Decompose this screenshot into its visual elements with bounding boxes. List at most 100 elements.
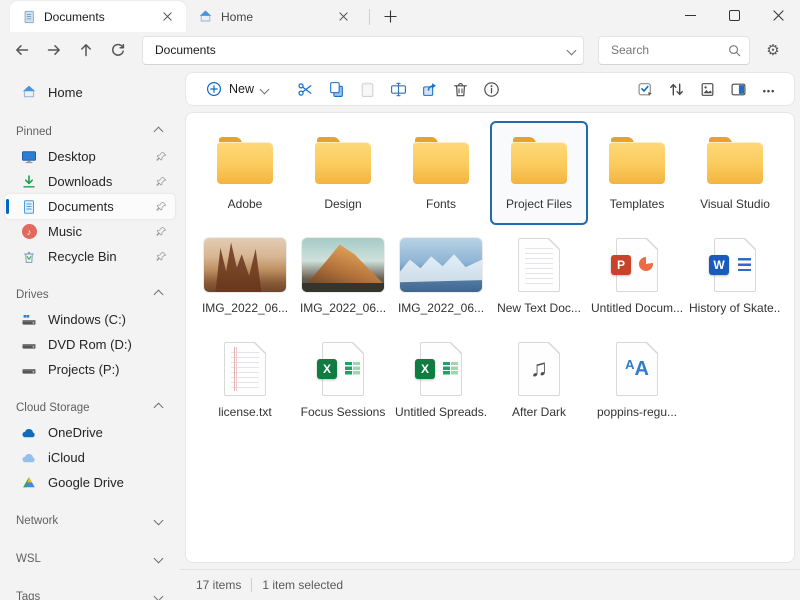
file-item[interactable]: Adobe: [196, 121, 294, 225]
file-item[interactable]: IMG_2022_06...: [392, 225, 490, 329]
file-item[interactable]: Design: [294, 121, 392, 225]
more-options-icon[interactable]: [756, 76, 782, 102]
cut-icon[interactable]: [292, 76, 318, 102]
font-file-icon: [616, 337, 658, 401]
folder-icon: [707, 129, 763, 193]
tab-bar: Documents Home: [0, 0, 800, 32]
sidebar-item-recycle-bin[interactable]: Recycle Bin: [5, 244, 175, 269]
close-button[interactable]: [756, 0, 800, 30]
sidebar-item-icloud[interactable]: iCloud: [5, 445, 175, 470]
chevron-down-icon[interactable]: [567, 45, 577, 55]
status-bar: 17 items 1 item selected: [180, 569, 800, 600]
plus-circle-icon: [206, 81, 222, 97]
sort-icon[interactable]: [663, 76, 689, 102]
home-icon: [21, 84, 37, 100]
pin-icon[interactable]: [156, 151, 167, 162]
sidebar-item-google-drive[interactable]: Google Drive: [5, 470, 175, 495]
sidebar-item-downloads[interactable]: Downloads: [5, 169, 175, 194]
copy-icon[interactable]: [323, 76, 349, 102]
onedrive-cloud-icon: [21, 425, 37, 441]
file-name: Design: [324, 197, 361, 211]
rename-icon[interactable]: [385, 76, 411, 102]
details-pane-icon[interactable]: [725, 76, 751, 102]
address-input[interactable]: [153, 42, 568, 58]
section-header-tags[interactable]: Tags: [0, 584, 180, 600]
pin-icon[interactable]: [156, 201, 167, 212]
section-header-network[interactable]: Network: [0, 508, 180, 533]
file-name: New Text Doc...: [497, 301, 581, 315]
properties-info-icon[interactable]: [478, 76, 504, 102]
files-panel: Adobe Design Fonts Project Files: [185, 112, 795, 563]
forward-icon[interactable]: [40, 36, 68, 64]
file-name: poppins-regu...: [597, 405, 677, 419]
search-input[interactable]: [609, 42, 728, 58]
file-name: Adobe: [228, 197, 263, 211]
file-item[interactable]: History of Skate...: [686, 225, 784, 329]
view-options-icon[interactable]: [694, 76, 720, 102]
section-header-pinned[interactable]: Pinned: [0, 119, 180, 144]
sidebar-item-projects-p[interactable]: Projects (P:): [5, 357, 175, 382]
file-item[interactable]: Visual Studio: [686, 121, 784, 225]
section-label: Cloud Storage: [16, 402, 155, 414]
share-icon[interactable]: [416, 76, 442, 102]
sidebar-item-label: Google Drive: [48, 475, 167, 490]
files-grid: Adobe Design Fonts Project Files: [196, 121, 784, 433]
sidebar-item-documents[interactable]: Documents: [5, 194, 175, 219]
section-header-drives[interactable]: Drives: [0, 282, 180, 307]
refresh-icon[interactable]: [104, 36, 132, 64]
minimize-button[interactable]: [668, 0, 712, 30]
section-header-wsl[interactable]: WSL: [0, 546, 180, 571]
file-name: Project Files: [506, 197, 572, 211]
excel-icon: [420, 337, 462, 401]
document-tab-icon: [22, 10, 36, 24]
multi-select-icon[interactable]: [632, 76, 658, 102]
sidebar-item-label: iCloud: [48, 450, 167, 465]
paste-icon[interactable]: [354, 76, 380, 102]
sidebar-item-label: OneDrive: [48, 425, 167, 440]
sidebar-item-windows-c[interactable]: Windows (C:): [5, 307, 175, 332]
sidebar-item-home[interactable]: Home: [5, 78, 175, 106]
file-item[interactable]: Untitled Spreads...: [392, 329, 490, 433]
desktop-icon: [21, 149, 37, 165]
file-item[interactable]: Untitled Docum...: [588, 225, 686, 329]
pin-icon[interactable]: [156, 226, 167, 237]
item-count: 17 items: [196, 578, 241, 592]
sidebar-item-onedrive[interactable]: OneDrive: [5, 420, 175, 445]
file-item[interactable]: license.txt: [196, 329, 294, 433]
sidebar-item-desktop[interactable]: Desktop: [5, 144, 175, 169]
chevron-up-icon: [154, 403, 164, 413]
settings-gear-icon[interactable]: [758, 36, 788, 64]
file-item[interactable]: Templates: [588, 121, 686, 225]
tab-close-icon[interactable]: [158, 8, 176, 26]
folder-icon: [511, 129, 567, 193]
tab-close-icon[interactable]: [334, 8, 352, 26]
file-item-selected[interactable]: Project Files: [490, 121, 588, 225]
section-header-cloud-storage[interactable]: Cloud Storage: [0, 395, 180, 420]
maximize-button[interactable]: [712, 0, 756, 30]
search-icon: [728, 44, 741, 57]
tab-home[interactable]: Home: [186, 1, 362, 32]
delete-icon[interactable]: [447, 76, 473, 102]
back-icon[interactable]: [8, 36, 36, 64]
drive-icon: [21, 337, 37, 353]
file-name: IMG_2022_06...: [202, 301, 288, 315]
file-item[interactable]: IMG_2022_06...: [196, 225, 294, 329]
pin-icon[interactable]: [156, 251, 167, 262]
file-item[interactable]: After Dark: [490, 329, 588, 433]
file-item[interactable]: poppins-regu...: [588, 329, 686, 433]
file-item[interactable]: Fonts: [392, 121, 490, 225]
search-box[interactable]: [598, 36, 750, 65]
pin-icon[interactable]: [156, 176, 167, 187]
file-item[interactable]: IMG_2022_06...: [294, 225, 392, 329]
up-icon[interactable]: [72, 36, 100, 64]
tab-label: Home: [221, 10, 326, 24]
sidebar-item-music[interactable]: Music: [5, 219, 175, 244]
tab-documents[interactable]: Documents: [10, 1, 186, 32]
sidebar-item-label: Recycle Bin: [48, 249, 145, 264]
file-item[interactable]: New Text Doc...: [490, 225, 588, 329]
new-tab-button[interactable]: [377, 3, 403, 29]
new-button[interactable]: New: [198, 77, 276, 101]
sidebar-item-dvd-d[interactable]: DVD Rom (D:): [5, 332, 175, 357]
file-item[interactable]: Focus Sessions: [294, 329, 392, 433]
address-bar[interactable]: [142, 36, 584, 65]
